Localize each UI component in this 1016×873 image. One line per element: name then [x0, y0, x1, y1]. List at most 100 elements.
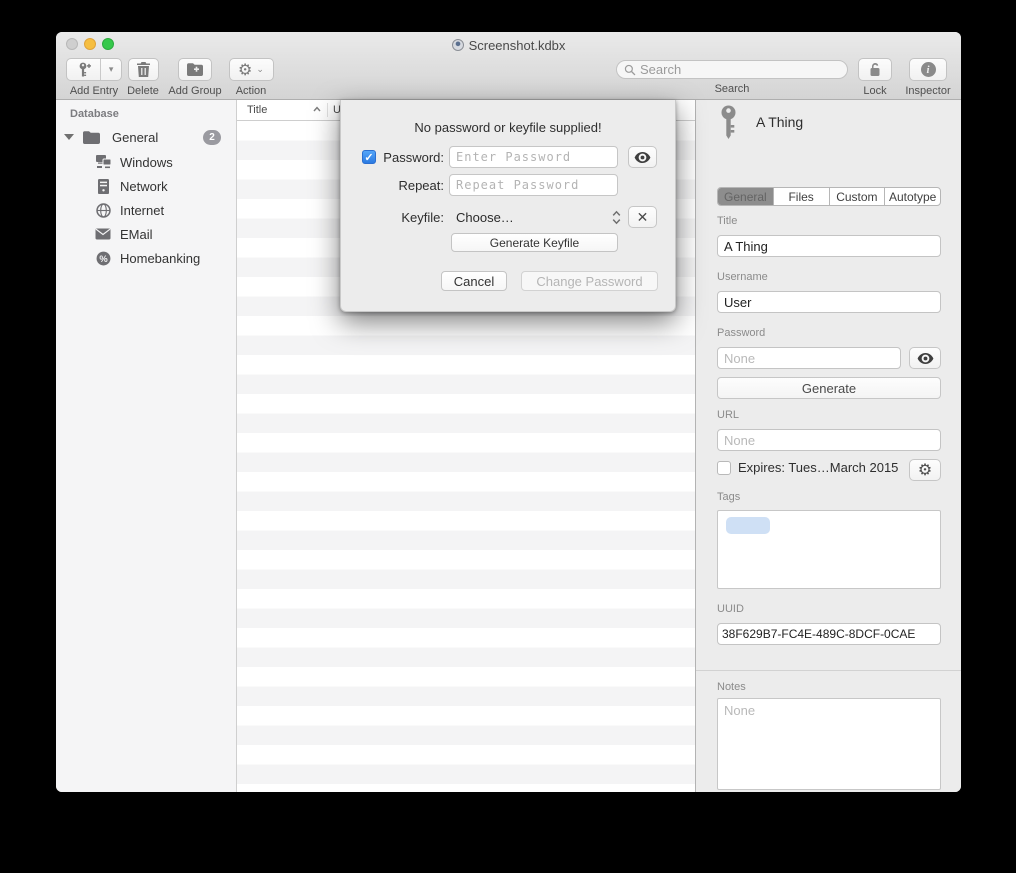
cancel-button[interactable]: Cancel — [441, 271, 507, 291]
sheet-keyfile-label: Keyfile: — [362, 210, 444, 225]
inspector-button[interactable]: i — [909, 58, 947, 81]
eye-icon — [634, 152, 651, 163]
add-entry-button[interactable]: ▾ — [66, 58, 122, 81]
password-field-label: Password — [717, 327, 765, 339]
url-field[interactable] — [717, 429, 941, 451]
tab-custom[interactable]: Custom — [830, 188, 886, 205]
server-icon — [94, 179, 112, 194]
sidebar-item-label: EMail — [120, 227, 153, 242]
tab-files[interactable]: Files — [774, 188, 830, 205]
sidebar-item-label: General — [112, 130, 158, 145]
window-title: Screenshot.kdbx — [469, 38, 566, 53]
chevron-down-icon: ⌄ — [256, 64, 264, 75]
uuid-field[interactable] — [717, 623, 941, 645]
change-password-button[interactable]: Change Password — [521, 271, 658, 291]
sidebar-item-label: Homebanking — [120, 251, 200, 266]
expires-label: Expires: Tues…March 2015 — [738, 460, 898, 475]
notes-field-label: Notes — [717, 681, 746, 693]
tab-general[interactable]: General — [718, 188, 774, 205]
entry-count-badge: 2 — [203, 130, 221, 145]
column-divider[interactable] — [327, 103, 328, 117]
search-input[interactable] — [640, 62, 840, 77]
sidebar-item-general[interactable]: General 2 — [56, 126, 236, 148]
tag-pill[interactable] — [726, 517, 770, 534]
trash-icon — [137, 62, 150, 77]
sheet-repeat-input[interactable] — [449, 174, 618, 196]
tags-field-label: Tags — [717, 491, 740, 503]
tab-autotype[interactable]: Autotype — [885, 188, 940, 205]
notes-field[interactable] — [717, 698, 941, 790]
svg-text:%: % — [99, 253, 108, 263]
gear-icon: ⚙ — [918, 462, 932, 478]
action-label: Action — [236, 85, 267, 97]
close-x-icon: ✕ — [637, 209, 649, 226]
expires-checkbox[interactable] — [717, 461, 731, 475]
cancel-button-label: Cancel — [454, 274, 494, 289]
search-icon — [624, 64, 636, 76]
sheet-password-input[interactable] — [449, 146, 618, 168]
delete-button[interactable] — [128, 58, 159, 81]
generate-password-button[interactable]: Generate — [717, 377, 941, 399]
info-circle-icon: i — [921, 62, 936, 77]
eye-icon — [917, 353, 934, 364]
delete-label: Delete — [127, 85, 159, 97]
sheet-repeat-label: Repeat: — [362, 178, 444, 193]
username-field-label: Username — [717, 271, 768, 283]
reveal-password-button[interactable] — [909, 347, 941, 369]
sidebar-item-label: Network — [120, 179, 168, 194]
window-title-area: Screenshot.kdbx — [56, 36, 961, 54]
folder-plus-icon — [187, 63, 203, 76]
uuid-field-label: UUID — [717, 603, 744, 615]
column-header-title[interactable]: Title — [247, 104, 267, 116]
inspector-label: Inspector — [905, 85, 950, 97]
sidebar-section-header: Database — [70, 108, 119, 120]
folder-icon — [82, 131, 100, 144]
keyfile-popup[interactable]: Choose… — [449, 206, 621, 228]
add-group-label: Add Group — [168, 85, 221, 97]
sheet-reveal-password-button[interactable] — [628, 146, 657, 168]
generate-keyfile-label: Generate Keyfile — [490, 236, 579, 250]
sidebar-item-label: Windows — [120, 155, 173, 170]
key-icon — [719, 105, 738, 140]
inspector-panel: A Thing General Files Custom Autotype Ti… — [695, 100, 961, 792]
titlebar-toolbar: Screenshot.kdbx ▾ Add Entry Delete — [56, 32, 961, 100]
group-sidebar: Database General 2 Windows Network — [56, 100, 237, 792]
sidebar-item-email[interactable]: EMail — [56, 223, 236, 245]
search-field[interactable] — [616, 60, 848, 79]
unlocked-padlock-icon — [868, 62, 882, 77]
add-entry-label: Add Entry — [70, 85, 118, 97]
search-label: Search — [715, 83, 750, 95]
disclosure-triangle-icon[interactable] — [56, 134, 82, 140]
inspector-tabs: General Files Custom Autotype — [717, 187, 941, 206]
url-field-label: URL — [717, 409, 739, 421]
envelope-icon — [94, 228, 112, 240]
password-field[interactable] — [717, 347, 901, 369]
divider — [696, 670, 961, 671]
sort-ascending-icon — [313, 106, 321, 114]
generate-keyfile-button[interactable]: Generate Keyfile — [451, 233, 618, 252]
windows-network-icon — [94, 155, 112, 169]
chevron-down-icon[interactable]: ▾ — [101, 64, 121, 75]
tags-field[interactable] — [717, 510, 941, 589]
sidebar-item-homebanking[interactable]: % Homebanking — [56, 247, 236, 269]
sheet-password-label: Password: — [362, 150, 444, 165]
change-password-button-label: Change Password — [536, 274, 642, 289]
macpass-window: Screenshot.kdbx ▾ Add Entry Delete — [56, 32, 961, 792]
username-field[interactable] — [717, 291, 941, 313]
expires-settings-button[interactable]: ⚙ — [909, 459, 941, 481]
expires-row: Expires: Tues…March 2015 — [717, 460, 898, 475]
add-group-button[interactable] — [178, 58, 212, 81]
stepper-chevrons-icon — [612, 210, 621, 225]
sidebar-item-internet[interactable]: Internet — [56, 199, 236, 221]
sidebar-item-windows[interactable]: Windows — [56, 151, 236, 173]
lock-button[interactable] — [858, 58, 892, 81]
percent-icon: % — [94, 251, 112, 266]
sidebar-item-network[interactable]: Network — [56, 175, 236, 197]
sheet-message: No password or keyfile supplied! — [341, 120, 675, 135]
title-field[interactable] — [717, 235, 941, 257]
clear-keyfile-button[interactable]: ✕ — [628, 206, 657, 228]
title-field-label: Title — [717, 215, 737, 227]
entry-title: A Thing — [756, 114, 803, 130]
key-plus-icon — [67, 62, 100, 78]
action-button[interactable]: ⚙ ⌄ — [229, 58, 274, 81]
